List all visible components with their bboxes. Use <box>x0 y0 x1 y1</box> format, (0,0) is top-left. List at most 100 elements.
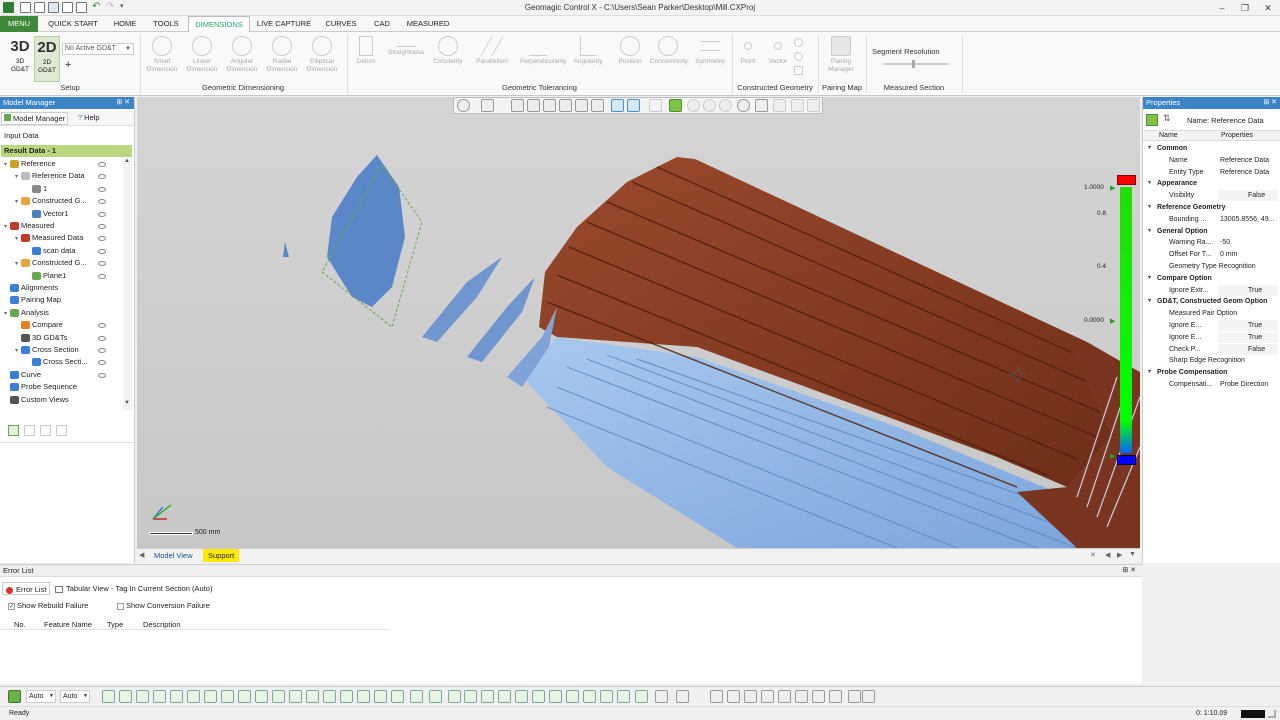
property-value[interactable]: Reference Data <box>1220 155 1269 166</box>
selection-filter-icon[interactable] <box>170 690 183 703</box>
scroll-up-icon[interactable]: ▲ <box>124 158 130 164</box>
tree-item[interactable]: Vector1 <box>26 208 68 220</box>
result-data-header[interactable]: Result Data - 1 <box>1 145 132 157</box>
segment-resolution-slider-thumb[interactable] <box>912 60 915 68</box>
property-row[interactable]: Ignore Extr... True <box>1143 284 1280 296</box>
selection-filter-icon[interactable] <box>255 690 268 703</box>
selection-mode-icon[interactable] <box>8 690 21 703</box>
segment-resolution-slider[interactable] <box>884 63 948 65</box>
selection-filter-icon[interactable] <box>635 690 648 703</box>
add-icon[interactable]: + <box>65 59 71 71</box>
property-category[interactable]: ▾ General Option <box>1143 226 1280 237</box>
2d-gdt-button[interactable]: 2D 2D GD&T <box>34 36 60 82</box>
next-tab-icon[interactable]: ✕ <box>1090 551 1096 559</box>
selection-filter-icon[interactable] <box>136 690 149 703</box>
point-button[interactable]: Point <box>732 36 764 82</box>
selection-filter-icon[interactable] <box>566 690 579 703</box>
tab-model-manager[interactable]: Model Manager <box>1 112 69 125</box>
tree-item[interactable]: Alignments <box>4 282 58 294</box>
tree-item[interactable]: ▾ Analysis <box>4 307 49 319</box>
selection-filter-icon[interactable] <box>710 690 723 703</box>
property-value[interactable]: Reference Data <box>1220 167 1269 178</box>
tab-support[interactable]: Support <box>203 549 240 562</box>
collapse-icon[interactable]: ▾ <box>1148 143 1151 154</box>
tree-item[interactable]: ▾ Measured <box>4 220 54 232</box>
visibility-eye-icon[interactable] <box>98 174 106 180</box>
property-value[interactable]: False <box>1218 343 1278 355</box>
color-scale-top[interactable] <box>1117 175 1136 185</box>
symmetry-button[interactable]: Symmetry <box>692 36 728 82</box>
categorize-icon[interactable] <box>1146 114 1158 126</box>
tree-item[interactable]: Probe Sequence <box>4 381 77 393</box>
tab-curves[interactable]: CURVES <box>320 16 362 32</box>
tree-item[interactable]: Curve <box>4 369 41 381</box>
property-row[interactable]: Check P... False <box>1143 343 1280 355</box>
selection-filter-icon[interactable] <box>481 690 494 703</box>
selection-filter-icon[interactable] <box>289 690 302 703</box>
selection-filter-icon[interactable] <box>102 690 115 703</box>
show-conversion-failure-checkbox[interactable]: Show Conversion Failure <box>117 601 210 610</box>
tab-menu[interactable]: MENU <box>0 16 38 32</box>
collapse-icon[interactable]: ▾ <box>1148 202 1151 213</box>
tab-measured[interactable]: MEASURED <box>402 16 454 32</box>
property-value[interactable]: 13005.8556, 49... <box>1220 214 1275 225</box>
property-row[interactable]: Ignore E... True <box>1143 331 1280 343</box>
selection-filter-icon[interactable] <box>391 690 404 703</box>
selection-filter-icon[interactable] <box>410 690 423 703</box>
tab-tools[interactable]: TOOLS <box>148 16 184 32</box>
visibility-eye-icon[interactable] <box>98 236 106 242</box>
angular-dimension-button[interactable]: Angular Dimension <box>224 36 260 82</box>
selection-filter-icon[interactable] <box>119 690 132 703</box>
property-row[interactable]: Compensati... Probe Direction <box>1143 379 1280 390</box>
tree-item[interactable]: ▾ Cross Section <box>15 344 79 356</box>
selection-filter-icon[interactable] <box>744 690 757 703</box>
selection-filter-icon[interactable] <box>374 690 387 703</box>
tree-item[interactable]: 3D GD&Ts <box>15 332 67 344</box>
close-button[interactable]: ✕ <box>1261 2 1275 14</box>
visibility-eye-icon[interactable] <box>98 261 106 267</box>
property-value[interactable]: True <box>1218 320 1278 331</box>
panel-controls[interactable]: ⊞ ✕ <box>116 97 130 109</box>
visibility-eye-icon[interactable] <box>98 372 106 378</box>
concentricity-button[interactable]: Concentricity <box>650 36 688 82</box>
property-value[interactable]: True <box>1218 284 1278 296</box>
visibility-eye-icon[interactable] <box>98 199 106 205</box>
selection-filter-icon[interactable] <box>727 690 740 703</box>
selection-filter-icon[interactable] <box>204 690 217 703</box>
property-row[interactable]: Name Reference Data <box>1143 155 1280 166</box>
scroll-down-icon[interactable]: ▼ <box>124 400 130 406</box>
mode-select[interactable]: Auto ▼ <box>60 690 90 703</box>
property-row[interactable]: Warning Ra... -50 <box>1143 237 1280 248</box>
tree-item[interactable]: scan data <box>26 245 76 257</box>
collapse-icon[interactable]: ▾ <box>1148 367 1151 378</box>
property-category[interactable]: ▾ Common <box>1143 143 1280 154</box>
tree-item[interactable]: Compare <box>15 319 63 331</box>
visibility-eye-icon[interactable] <box>98 348 106 353</box>
selection-filter-icon[interactable] <box>340 690 353 703</box>
property-row[interactable]: Entity Type Reference Data <box>1143 167 1280 178</box>
property-row[interactable]: Geometry Type Recognition <box>1143 261 1280 272</box>
elliptical-dimension-button[interactable]: Elliptical Dimension <box>304 36 340 82</box>
sort-icon[interactable]: ⇅ <box>1163 113 1171 124</box>
visibility-eye-icon[interactable] <box>98 224 106 229</box>
tree-item[interactable]: ▾ Constructed G... <box>15 195 87 207</box>
visibility-eye-icon[interactable] <box>98 248 106 254</box>
color-scale-pointer-icon[interactable]: ▶ <box>1110 184 1115 192</box>
smart-dimension-button[interactable]: Smart Dimension <box>144 36 180 82</box>
tab-model-view[interactable]: Model View <box>150 550 197 562</box>
tab-live-capture[interactable]: LIVE CAPTURE <box>254 16 314 32</box>
property-category[interactable]: ▾ Compare Option <box>1143 273 1280 284</box>
tab-error-list[interactable]: Error List <box>2 582 51 595</box>
selection-filter-icon[interactable] <box>532 690 545 703</box>
selection-filter-icon[interactable] <box>549 690 562 703</box>
tab-list-icon[interactable]: ▼ <box>1129 551 1136 558</box>
selection-filter-icon[interactable] <box>238 690 251 703</box>
visibility-eye-icon[interactable] <box>98 323 106 329</box>
more-geometry-icon[interactable] <box>794 38 803 47</box>
column-no[interactable]: No. <box>14 620 26 629</box>
tab-tabular-view[interactable]: Tabular View - Tag In Current Section (A… <box>52 582 215 595</box>
tree-action-icon[interactable] <box>56 425 67 436</box>
3d-gdt-button[interactable]: 3D 3D GD&T <box>6 36 34 82</box>
tab-cad[interactable]: CAD <box>368 16 396 32</box>
property-category[interactable]: ▾ GD&T, Constructed Geom Option <box>1143 296 1280 307</box>
